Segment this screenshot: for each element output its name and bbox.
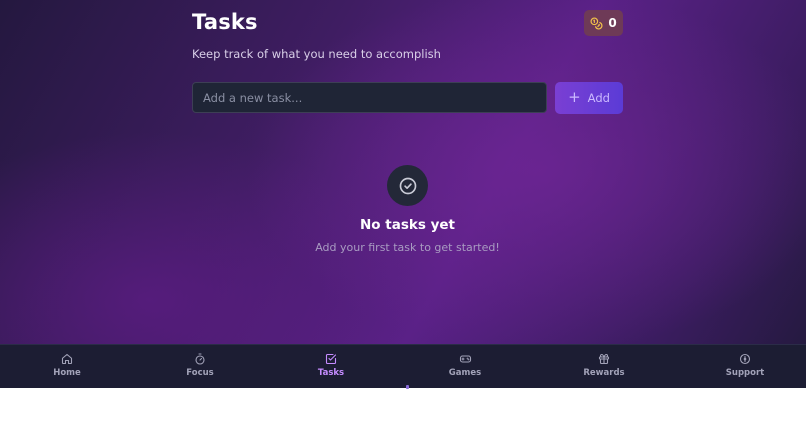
nav-item-home[interactable]: Home <box>32 353 102 378</box>
nav-item-rewards[interactable]: Rewards <box>569 353 639 378</box>
empty-state-title: No tasks yet <box>360 217 455 233</box>
home-icon <box>61 353 73 365</box>
coins-icon <box>590 16 603 30</box>
nav-label-home: Home <box>53 368 81 378</box>
active-tab-indicator <box>406 385 409 389</box>
nav-label-focus: Focus <box>186 368 214 378</box>
page-subtitle: Keep track of what you need to accomplis… <box>192 47 441 61</box>
nav-item-games[interactable]: Games <box>430 353 500 378</box>
nav-label-games: Games <box>448 368 482 378</box>
bottom-navigation: Home Focus Tasks Games Rewards Support <box>0 344 806 388</box>
nav-item-support[interactable]: Support <box>710 353 780 378</box>
nav-label-support: Support <box>725 368 765 378</box>
check-circle-icon <box>387 165 428 206</box>
app-main: Tasks Keep track of what you need to acc… <box>0 0 806 344</box>
add-task-button[interactable]: + Add <box>555 82 623 114</box>
timer-icon <box>194 353 206 365</box>
add-task-label: Add <box>587 91 610 105</box>
lifebuoy-icon <box>739 353 751 365</box>
nav-label-rewards: Rewards <box>583 368 625 378</box>
nav-label-tasks: Tasks <box>317 368 345 378</box>
nav-item-tasks[interactable]: Tasks <box>296 353 366 378</box>
checkbox-icon <box>325 353 337 365</box>
new-task-input[interactable] <box>192 82 547 113</box>
coin-count: 0 <box>608 16 617 30</box>
empty-state-subtitle: Add your first task to get started! <box>315 241 500 254</box>
gift-icon <box>598 353 610 365</box>
nav-item-focus[interactable]: Focus <box>165 353 235 378</box>
coin-balance-badge[interactable]: 0 <box>584 10 623 36</box>
gamepad-icon <box>459 353 472 365</box>
plus-icon: + <box>568 88 581 106</box>
page-title: Tasks <box>192 10 258 34</box>
